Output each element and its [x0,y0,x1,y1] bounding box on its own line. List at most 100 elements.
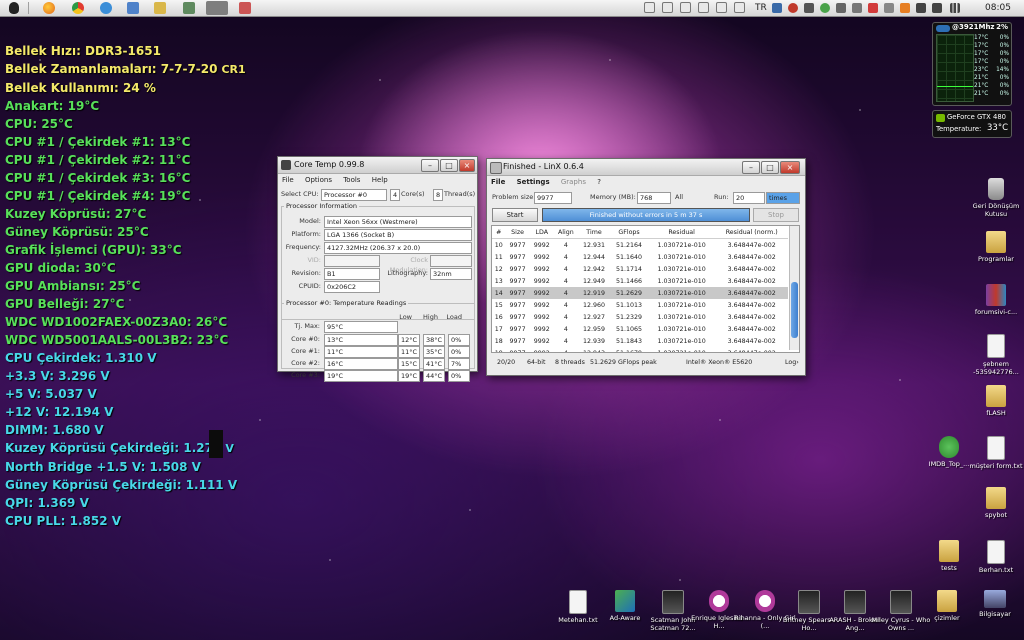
active-window-icon[interactable] [206,1,228,15]
osd-line: +12 V: 12.194 V [5,403,246,421]
table-row[interactable]: 13 9977 9992 4 12.949 51.1466 1.030721e-010 3.6… [492,275,788,287]
table-row[interactable]: 15 9977 9992 4 12.960 51.1013 1.030721e-010 3.6… [492,299,788,311]
tray-utorrent-icon[interactable] [820,3,830,13]
menu-graphs[interactable]: Graphs [561,178,586,186]
language-indicator[interactable]: TR [755,1,767,15]
taskbar-square-3-icon[interactable] [680,2,691,13]
desktop-icon[interactable]: Geri Dönüşüm Kutusu [963,178,1024,218]
window-switch-icon[interactable] [239,2,251,14]
table-row[interactable]: 10 9977 9992 4 12.931 51.2164 1.030721e-010 3.6… [492,239,788,252]
desktop-icon[interactable]: Programlar [963,231,1024,263]
all-option[interactable]: All [675,192,683,202]
tray-mail-icon[interactable] [868,3,878,13]
cpu-meter-gadget[interactable]: @3921Mhz 2% 17°C 0% 17°C 0% 17°C 0% 17°C 0% 23°C… [932,22,1012,106]
cpu-core-temp: 17°C [974,43,989,49]
times-dropdown[interactable]: times [766,192,800,204]
maximize-button[interactable]: □ [440,159,458,172]
menu-help[interactable]: ? [597,178,601,186]
desktop-icon[interactable]: Berhan.txt [963,540,1024,574]
maximize-button[interactable]: □ [761,161,779,174]
column-header[interactable]: Time [577,226,611,239]
log-button[interactable]: Log› [785,355,799,371]
minimize-button[interactable]: – [421,159,439,172]
osd-line: Kuzey Köprüsü: 27°C [5,205,246,223]
table-row[interactable]: 11 9977 9992 4 12.944 51.1640 1.030721e-010 3.6… [492,251,788,263]
tray-update-icon[interactable] [788,3,798,13]
stack-icon[interactable] [183,2,195,14]
folder-icon [937,590,957,612]
scrollbar-thumb[interactable] [791,282,798,338]
select-cpu-dropdown[interactable]: Processor #0 [321,189,387,201]
chrome-icon[interactable] [72,2,84,14]
run-count-dropdown[interactable]: 20 [733,192,765,204]
table-row[interactable]: 19 9977 9992 4 12.943 51.1679 1.030721e-010 3.6… [492,347,788,353]
tray-monitor-icon[interactable] [836,3,846,13]
tray-power-icon[interactable] [932,3,942,13]
stop-button[interactable]: Stop [753,208,799,222]
taskbar-square-1-icon[interactable] [644,2,655,13]
apple-logo-icon[interactable] [9,2,19,14]
cpu-core-load: 0% [999,43,1009,49]
memory-dropdown[interactable]: 768 [637,192,671,204]
tray-network-icon[interactable] [804,3,814,13]
tray-bars-icon[interactable] [950,3,960,13]
tray-keyboard-icon[interactable] [884,3,894,13]
vertical-scrollbar[interactable] [789,226,799,350]
close-button[interactable]: × [780,161,800,174]
explorer-folder-icon[interactable] [154,2,166,14]
desktop-icon[interactable]: fLASH [963,385,1024,417]
cpu-core-list: 17°C 0% 17°C 0% 17°C 0% 17°C 0% 23°C 14% 21°C 0% 21°… [974,34,1009,98]
coretemp-titlebar[interactable]: Core Temp 0.99.8 – □ × [278,157,477,174]
tray-flag-icon[interactable] [900,3,910,13]
flv-icon [709,590,729,612]
menu-settings[interactable]: Settings [517,178,550,186]
osd-line: Güney Köprüsü Çekirdeği: 1.111 V [5,476,246,494]
desktop-icon[interactable]: forumsivi-c... [963,284,1024,316]
problem-size-dropdown[interactable]: 9977 [534,192,572,204]
desktop-icon[interactable]: müşteri form.txt [963,436,1024,470]
column-header[interactable]: Align [553,226,578,239]
core-load-value: 0% [448,334,470,346]
taskbar-square-5-icon[interactable] [716,2,727,13]
table-row[interactable]: 14 9977 9992 4 12.919 51.2629 1.030721e-010 3.6… [492,287,788,299]
column-header[interactable]: GFlops [610,226,648,239]
taskbar-square-6-icon[interactable] [734,2,745,13]
taskbar-square-4-icon[interactable] [698,2,709,13]
table-cell: 12.959 [582,325,606,333]
osd-line: CPU #1 / Çekirdek #4: 19°C [5,187,246,205]
firefox-icon[interactable] [43,2,55,14]
linx-titlebar[interactable]: Finished - LinX 0.6.4 – □ × [487,159,805,176]
column-header[interactable]: Size [505,226,530,239]
messenger-icon[interactable] [127,2,139,14]
column-header[interactable]: Residual (norm.) [715,226,788,239]
cpu-core-load: 14% [996,67,1009,73]
clock[interactable]: 08:05 [985,1,1011,15]
osd-line-text: GPU Ambiansı: 25°C [5,279,141,293]
cpu-core-load: 0% [999,83,1009,89]
close-button[interactable]: × [459,159,475,172]
tray-app-icon[interactable] [852,3,862,13]
table-row[interactable]: 12 9977 9992 4 12.942 51.1714 1.030721e-010 3.6… [492,263,788,275]
minimize-button[interactable]: – [742,161,760,174]
desktop-icon[interactable]: spybot [963,487,1024,519]
tray-volume-icon[interactable] [916,3,926,13]
taskbar-square-2-icon[interactable] [662,2,673,13]
tray-shield-icon[interactable] [772,3,782,13]
internet-explorer-icon[interactable] [100,2,112,14]
gpu-meter-gadget[interactable]: GeForce GTX 480 Temperature: 33°C [932,110,1012,138]
column-header[interactable]: Residual [647,226,716,239]
desktop-icon[interactable]: şebnem -535942776... [963,334,1024,376]
desktop-icon[interactable]: Bilgisayar [962,590,1024,618]
menu-file[interactable]: File [282,176,294,184]
start-button[interactable]: Start [492,208,538,222]
table-row[interactable]: 16 9977 9992 4 12.927 51.2329 1.030721e-010 3.6… [492,311,788,323]
menu-options[interactable]: Options [305,176,332,184]
column-header[interactable]: # [492,226,506,239]
table-row[interactable]: 17 9977 9992 4 12.959 51.1065 1.030721e-010 3.6… [492,323,788,335]
menu-help[interactable]: Help [372,176,388,184]
core-low-value: 15°C [398,358,420,370]
table-row[interactable]: 18 9977 9992 4 12.939 51.1843 1.030721e-010 3.6… [492,335,788,347]
menu-tools[interactable]: Tools [343,176,360,184]
menu-file[interactable]: File [491,178,505,186]
column-header[interactable]: LDA [529,226,554,239]
